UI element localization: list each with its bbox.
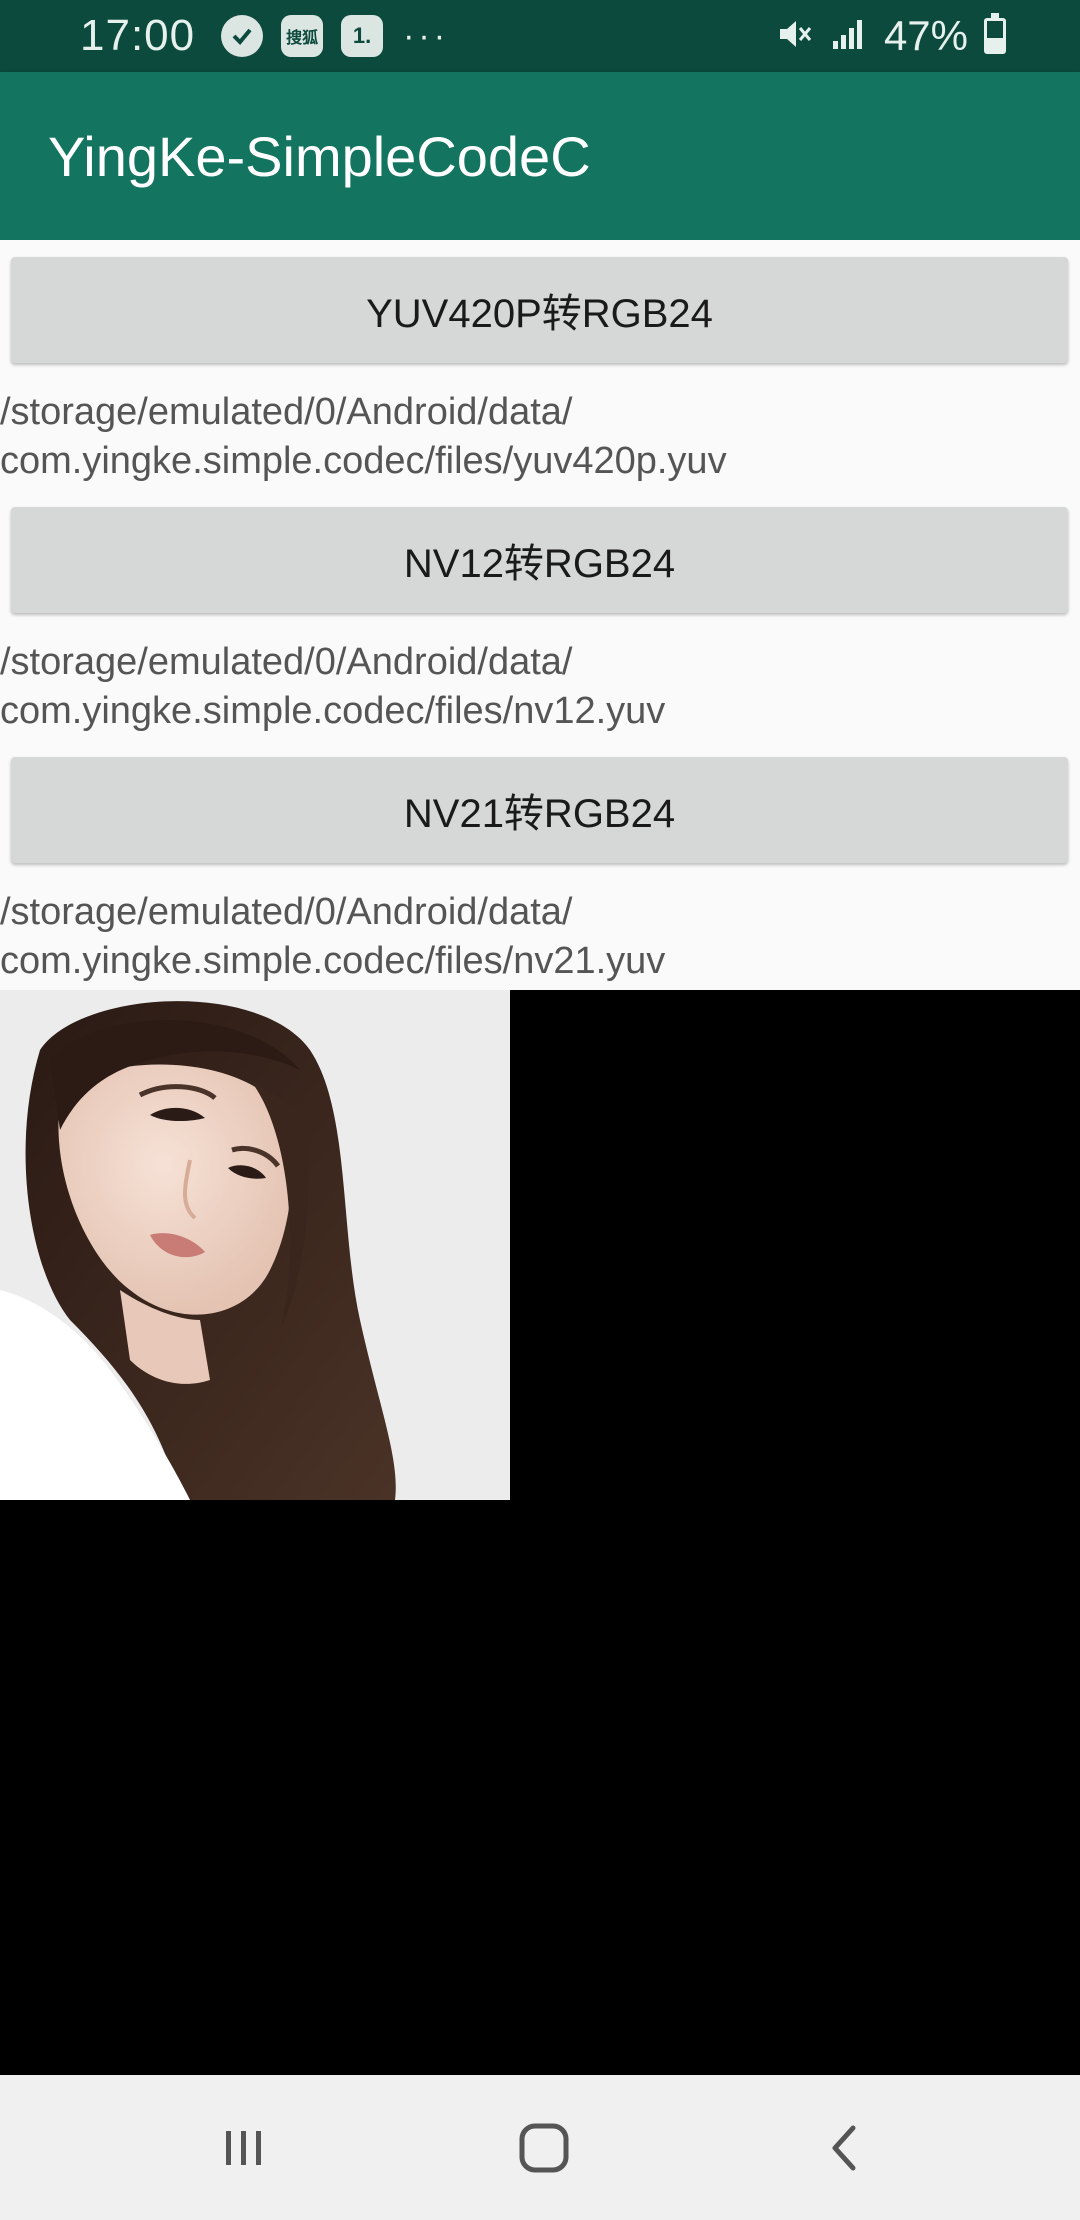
nv12-path-text: /storage/emulated/0/Android/data/ com.yi… xyxy=(0,641,666,732)
recent-apps-icon xyxy=(226,2130,261,2165)
image-view xyxy=(0,990,1080,2075)
signal-icon xyxy=(830,15,868,58)
mute-icon xyxy=(774,14,814,59)
sohu-icon: 搜狐 xyxy=(281,15,324,57)
one-icon: 1. xyxy=(341,15,384,57)
decoded-photo xyxy=(0,990,510,1500)
recent-apps-button[interactable] xyxy=(163,2075,323,2220)
notification-icons: 搜狐 1. ··· xyxy=(221,15,449,57)
back-icon xyxy=(832,2125,856,2170)
nv12-to-rgb24-button[interactable]: NV12转RGB24 xyxy=(11,507,1068,613)
app-title: YingKe-SimpleCodeC xyxy=(48,124,591,188)
yuv420p-to-rgb24-button[interactable]: YUV420P转RGB24 xyxy=(11,257,1068,363)
navigation-bar xyxy=(0,2075,1080,2220)
content: YUV420P转RGB24 /storage/emulated/0/Androi… xyxy=(0,240,1080,990)
home-icon xyxy=(519,2123,569,2172)
status-right: 47% xyxy=(774,0,1006,72)
screen: 17:00 搜狐 1. ··· 47% YingKe-SimpleCodeC Y… xyxy=(0,0,1080,2220)
battery-percent: 47% xyxy=(883,12,968,59)
status-time: 17:00 xyxy=(80,11,196,60)
yuv420p-path-text: /storage/emulated/0/Android/data/ com.yi… xyxy=(0,391,727,482)
home-button[interactable] xyxy=(464,2075,624,2220)
nv21-to-rgb24-button[interactable]: NV21转RGB24 xyxy=(11,757,1068,863)
back-button[interactable] xyxy=(765,2075,925,2220)
nv21-path-text: /storage/emulated/0/Android/data/ com.yi… xyxy=(0,891,666,982)
more-icon: ··· xyxy=(403,16,450,55)
app-bar: YingKe-SimpleCodeC xyxy=(0,72,1080,240)
battery-icon xyxy=(984,13,1006,54)
status-bar: 17:00 搜狐 1. ··· 47% xyxy=(0,0,1080,72)
check-icon xyxy=(221,15,264,57)
